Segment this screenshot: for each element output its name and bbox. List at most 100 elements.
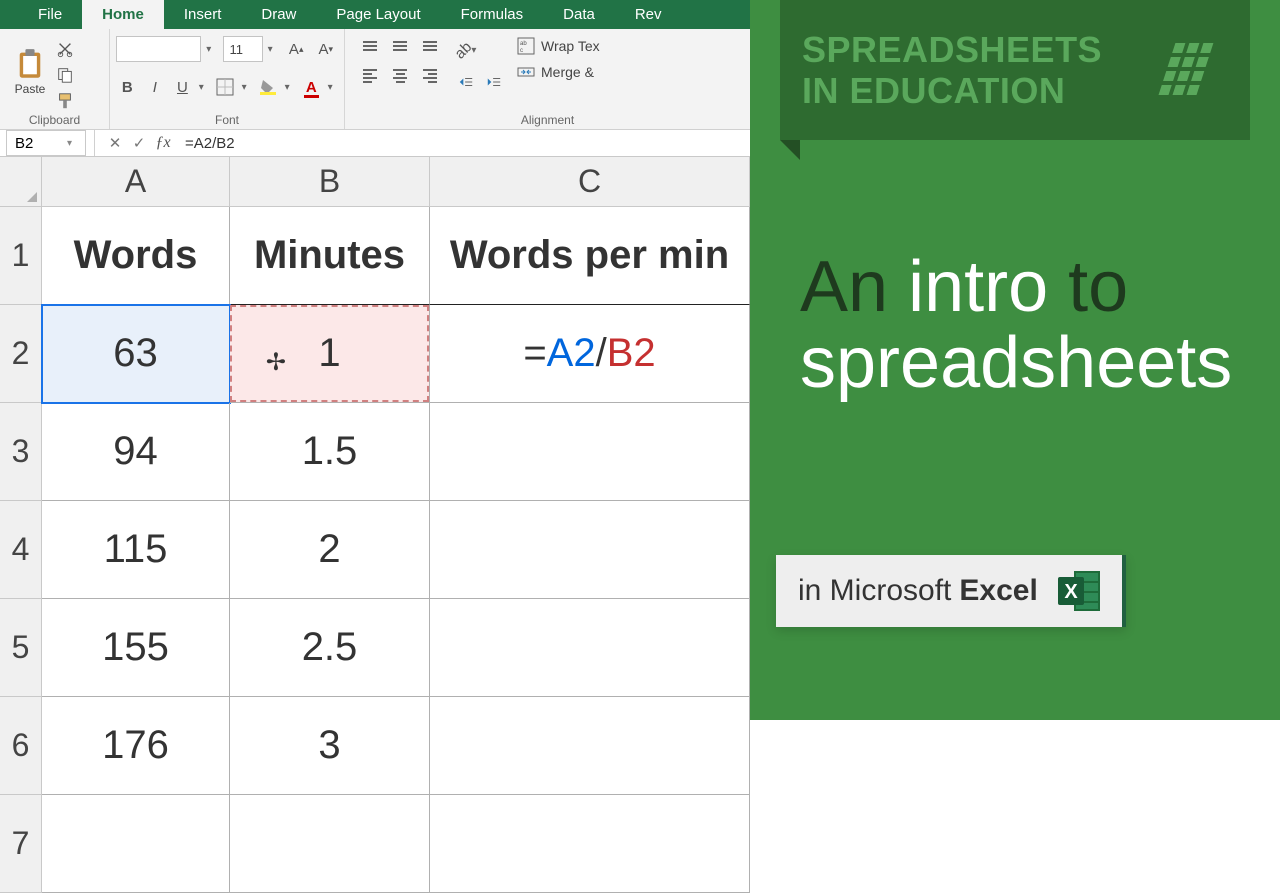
row-header-2[interactable]: 2 <box>0 305 42 403</box>
tab-insert[interactable]: Insert <box>164 0 242 29</box>
cell-c4[interactable] <box>430 501 750 599</box>
col-header-a[interactable]: A <box>42 157 230 207</box>
row-header-6[interactable]: 6 <box>0 697 42 795</box>
underline-dropdown-icon[interactable]: ▾ <box>199 82 209 93</box>
name-box-dropdown-icon[interactable]: ▾ <box>67 138 81 149</box>
separator <box>94 130 95 156</box>
group-clipboard: Paste Clipboard <box>0 29 110 129</box>
group-label-font: Font <box>116 113 338 127</box>
cell-a4[interactable]: 115 <box>42 501 230 599</box>
copy-button[interactable] <box>54 65 76 85</box>
formula-bar: B2 ▾ ✕ ✓ ƒx =A2/B2 <box>0 130 750 157</box>
name-box[interactable]: B2 ▾ <box>6 130 86 156</box>
cell-a7[interactable] <box>42 795 230 893</box>
cell-a3[interactable]: 94 <box>42 403 230 501</box>
group-label-alignment: Alignment <box>351 113 744 127</box>
select-all-corner[interactable] <box>0 157 42 207</box>
col-header-c[interactable]: C <box>430 157 750 207</box>
row-header-4[interactable]: 4 <box>0 501 42 599</box>
sub-badge: in Microsoft Excel X <box>776 555 1126 627</box>
cell-b1[interactable]: Minutes <box>230 207 430 305</box>
row-header-5[interactable]: 5 <box>0 599 42 697</box>
group-alignment: ab▾ abc Wrap Tex Merge & <box>345 29 750 129</box>
font-size-dropdown-icon[interactable]: ▾ <box>268 44 279 55</box>
decrease-indent-button[interactable] <box>453 69 479 95</box>
format-painter-button[interactable] <box>54 91 76 111</box>
align-left-button[interactable] <box>357 63 383 89</box>
cut-button[interactable] <box>54 39 76 59</box>
merge-center-button[interactable]: Merge & <box>517 63 600 81</box>
title-word1: An <box>800 247 888 327</box>
borders-dropdown-icon[interactable]: ▾ <box>242 82 252 93</box>
italic-button[interactable]: I <box>144 74 167 100</box>
merge-center-label: Merge & <box>541 64 594 80</box>
cell-c1[interactable]: Words per min <box>430 207 750 305</box>
fill-dropdown-icon[interactable]: ▾ <box>285 82 295 93</box>
tab-draw[interactable]: Draw <box>241 0 316 29</box>
align-middle-button[interactable] <box>387 33 413 59</box>
align-bottom-button[interactable] <box>417 33 443 59</box>
sub-bold: Excel <box>959 574 1037 608</box>
c2-ref-b2: B2 <box>607 331 656 376</box>
font-name-input[interactable] <box>116 36 201 62</box>
paste-button[interactable]: Paste <box>6 33 54 111</box>
cell-c6[interactable] <box>430 697 750 795</box>
cell-c7[interactable] <box>430 795 750 893</box>
align-right-button[interactable] <box>417 63 443 89</box>
tab-formulas[interactable]: Formulas <box>441 0 544 29</box>
cell-b3[interactable]: 1.5 <box>230 403 430 501</box>
tab-review[interactable]: Rev <box>615 0 682 29</box>
cell-c2[interactable]: =A2/B2 <box>430 305 750 403</box>
cell-c5[interactable] <box>430 599 750 697</box>
fx-button[interactable]: ƒx <box>151 131 175 155</box>
shrink-font-button[interactable]: A▾ <box>313 36 338 62</box>
font-size-input[interactable]: 11 <box>223 36 263 62</box>
row-header-7[interactable]: 7 <box>0 795 42 893</box>
cancel-button[interactable]: ✕ <box>103 131 127 155</box>
wrap-text-button[interactable]: abc Wrap Tex <box>517 37 600 55</box>
align-center-button[interactable] <box>387 63 413 89</box>
increase-indent-button[interactable] <box>481 69 507 95</box>
svg-text:c: c <box>520 48 523 54</box>
orientation-button[interactable]: ab▾ <box>453 37 485 63</box>
align-top-button[interactable] <box>357 33 383 59</box>
cursor-icon: ✢ <box>266 348 286 377</box>
wrap-text-label: Wrap Tex <box>541 38 600 54</box>
banner-line2: IN EDUCATION <box>802 70 1102 111</box>
font-color-dropdown-icon[interactable]: ▾ <box>328 82 338 93</box>
cell-b4[interactable]: 2 <box>230 501 430 599</box>
cell-b2[interactable]: ✢ 1 <box>230 305 430 403</box>
row-header-1[interactable]: 1 <box>0 207 42 305</box>
enter-button[interactable]: ✓ <box>127 131 151 155</box>
tab-home[interactable]: Home <box>82 0 164 29</box>
cell-b2-value: 1 <box>318 331 340 376</box>
alignment-grid <box>357 33 443 111</box>
group-label-clipboard: Clipboard <box>6 113 103 127</box>
cell-a1[interactable]: Words <box>42 207 230 305</box>
col-header-b[interactable]: B <box>230 157 430 207</box>
fill-color-button[interactable] <box>257 74 280 100</box>
banner-logo-icon <box>1148 35 1228 105</box>
cell-b5[interactable]: 2.5 <box>230 599 430 697</box>
row-header-3[interactable]: 3 <box>0 403 42 501</box>
bold-button[interactable]: B <box>116 74 139 100</box>
c2-slash: / <box>596 331 607 376</box>
font-name-dropdown-icon[interactable]: ▾ <box>206 44 217 55</box>
ribbon-tabs: File Home Insert Draw Page Layout Formul… <box>0 0 750 29</box>
formula-input[interactable]: =A2/B2 <box>175 135 750 152</box>
cell-b7[interactable] <box>230 795 430 893</box>
title-word2: intro <box>908 247 1048 327</box>
cell-c3[interactable] <box>430 403 750 501</box>
cell-a2[interactable]: 63 <box>42 305 230 403</box>
cell-a6[interactable]: 176 <box>42 697 230 795</box>
tab-data[interactable]: Data <box>543 0 615 29</box>
font-color-button[interactable]: A <box>300 74 323 100</box>
tab-page-layout[interactable]: Page Layout <box>316 0 440 29</box>
borders-button[interactable] <box>214 74 237 100</box>
name-box-value: B2 <box>15 135 33 152</box>
tab-file[interactable]: File <box>18 0 82 29</box>
cell-a5[interactable]: 155 <box>42 599 230 697</box>
underline-button[interactable]: U <box>171 74 194 100</box>
grow-font-button[interactable]: A▴ <box>284 36 309 62</box>
cell-b6[interactable]: 3 <box>230 697 430 795</box>
